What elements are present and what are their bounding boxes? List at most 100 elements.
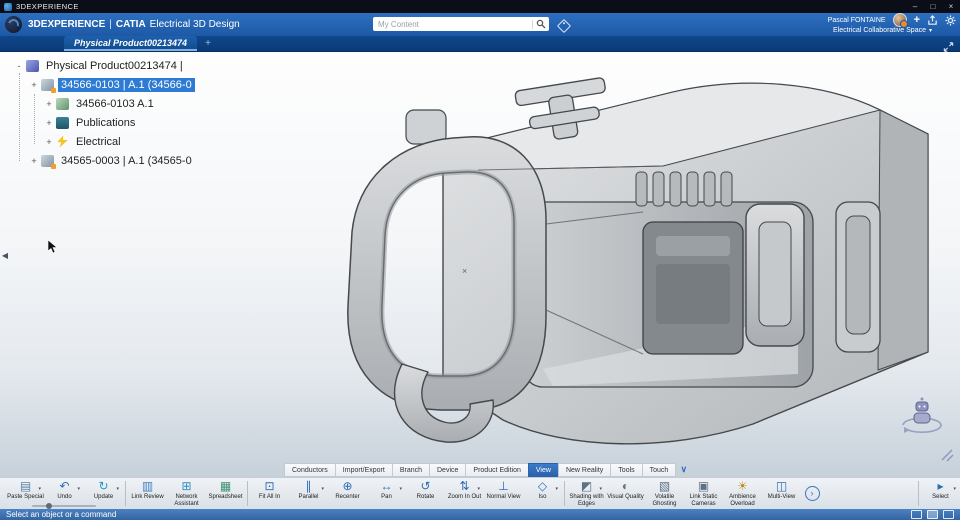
close-button[interactable]: × bbox=[942, 0, 960, 13]
action-bar-tabs: Conductors Import/Export Branch Device Produ… bbox=[284, 462, 691, 477]
recenter-button[interactable]: ⊕ Recenter bbox=[328, 478, 367, 509]
ambience-overload-button[interactable]: ☀ Ambience Overload bbox=[723, 478, 762, 509]
link-static-cameras-button[interactable]: ▣ Link Static Cameras bbox=[684, 478, 723, 509]
notification-badge bbox=[899, 20, 908, 28]
iso-view-icon: ◇ bbox=[537, 479, 548, 493]
select-button[interactable]: ▸ ▾ Select bbox=[921, 478, 960, 509]
titlebar-app-name: 3DEXPERIENCE bbox=[16, 2, 79, 11]
ribbon-tab-tools[interactable]: Tools bbox=[610, 463, 642, 477]
network-assistant-button[interactable]: ⊞ Network Assistant bbox=[167, 478, 206, 509]
avatar[interactable] bbox=[892, 13, 908, 28]
mouse-cursor-icon bbox=[48, 240, 58, 254]
tree-item-label[interactable]: Electrical bbox=[73, 135, 124, 149]
tree-item-label[interactable]: 34566-0103 A.1 bbox=[73, 97, 157, 111]
spreadsheet-label: Spreadsheet bbox=[208, 494, 243, 500]
header-user-area: Pascal FONTAINE + Electrical Collaborati… bbox=[828, 13, 956, 34]
3d-viewport[interactable]: × ◀ - Physical Product00213474 | +34566-01… bbox=[0, 52, 960, 477]
tree-item-label[interactable]: 34566-0103 | A.1 (34566-0 bbox=[58, 77, 195, 92]
document-tabbar: Physical Product00213474 + bbox=[0, 36, 960, 52]
zoom-in-out-button[interactable]: ⇅ ▾ Zoom In Out bbox=[445, 478, 484, 509]
ribbon-tab-conductors[interactable]: Conductors bbox=[284, 463, 335, 477]
more-tools-button[interactable]: › bbox=[801, 478, 823, 509]
toolbar-separator bbox=[918, 481, 919, 506]
minimize-button[interactable]: – bbox=[906, 0, 924, 13]
search-input[interactable] bbox=[376, 18, 529, 30]
statusbar-layout-icon[interactable] bbox=[943, 510, 954, 519]
add-content-button[interactable]: + bbox=[914, 15, 920, 26]
dropdown-caret-icon[interactable]: ▾ bbox=[77, 486, 80, 492]
3dexperience-compass-icon[interactable] bbox=[5, 16, 22, 33]
tree-expander[interactable]: + bbox=[29, 156, 39, 166]
dropdown-caret-icon[interactable]: ▾ bbox=[555, 486, 558, 492]
link-review-button[interactable]: ▥ Link Review bbox=[128, 478, 167, 509]
iso-view-label: Iso bbox=[538, 494, 547, 500]
dropdown-caret-icon[interactable]: ▾ bbox=[599, 486, 602, 492]
multi-view-button[interactable]: ◫ Multi-View bbox=[762, 478, 801, 509]
workspace-selector[interactable]: Electrical Collaborative Space ▾ bbox=[833, 27, 932, 34]
electrical-icon bbox=[57, 135, 68, 148]
spreadsheet-icon: ▦ bbox=[219, 479, 232, 493]
recenter-label: Recenter bbox=[335, 494, 360, 500]
ribbon-tab-import-export[interactable]: Import/Export bbox=[334, 463, 392, 477]
ribbon-tab-branch[interactable]: Branch bbox=[391, 463, 429, 477]
parallel-icon: ∥ bbox=[305, 479, 312, 493]
update-button[interactable]: ↻ ▾ Update bbox=[84, 478, 123, 509]
dropdown-caret-icon[interactable]: ▾ bbox=[321, 486, 324, 492]
visual-quality-label: Visual Quality bbox=[607, 494, 644, 500]
tree-item-label[interactable]: Physical Product00213474 | bbox=[43, 59, 186, 73]
pan-button[interactable]: ↔ ▾ Pan bbox=[367, 478, 406, 509]
tree-item-label[interactable]: 34565-0003 | A.1 (34565-0 bbox=[58, 154, 195, 168]
share-icon[interactable] bbox=[927, 14, 938, 26]
dropdown-caret-icon[interactable]: ▾ bbox=[953, 486, 956, 492]
tree-expander[interactable]: + bbox=[44, 137, 54, 147]
tree-expander[interactable]: - bbox=[14, 61, 24, 71]
settings-gear-icon[interactable] bbox=[945, 14, 956, 26]
part-instance-icon bbox=[41, 78, 56, 93]
ribbon-tab-view[interactable]: View bbox=[527, 463, 558, 477]
search-icon[interactable] bbox=[536, 19, 546, 29]
fit-all-in-button[interactable]: ⊡ Fit All In bbox=[250, 478, 289, 509]
dropdown-caret-icon[interactable]: ▾ bbox=[477, 486, 480, 492]
statusbar-display-icon[interactable] bbox=[911, 510, 922, 519]
tree-expander[interactable]: + bbox=[44, 118, 54, 128]
robot-icon[interactable] bbox=[896, 392, 948, 438]
ribbon-tab-touch[interactable]: Touch bbox=[641, 463, 677, 477]
paste-special-button[interactable]: ▤ ▾ Paste Special bbox=[6, 478, 45, 509]
ribbon-tab-new-reality[interactable]: New Reality bbox=[557, 463, 611, 477]
tab-physical-product[interactable]: Physical Product00213474 bbox=[64, 36, 198, 51]
user-name[interactable]: Pascal FONTAINE bbox=[828, 17, 886, 24]
rotate-button[interactable]: ↺ Rotate bbox=[406, 478, 445, 509]
tree-expander[interactable]: + bbox=[44, 99, 54, 109]
3d-model-connector-housing[interactable] bbox=[318, 54, 930, 466]
workspace-label: Electrical Collaborative Space bbox=[832, 27, 926, 34]
iso-view-button[interactable]: ◇ ▾ Iso bbox=[523, 478, 562, 509]
chevron-down-icon: ▾ bbox=[928, 27, 932, 34]
rotation-center-marker: × bbox=[462, 266, 468, 276]
shading-with-edges-label: Shading with Edges bbox=[569, 494, 604, 507]
tag-icon[interactable] bbox=[556, 18, 572, 34]
resize-handle[interactable] bbox=[940, 448, 954, 462]
titlebar: 3DEXPERIENCE – □ × bbox=[0, 0, 960, 13]
search-divider bbox=[532, 19, 533, 29]
parallel-button[interactable]: ∥ ▾ Parallel bbox=[289, 478, 328, 509]
fit-all-in-icon: ⊡ bbox=[264, 479, 275, 493]
ribbon-tab-device[interactable]: Device bbox=[429, 463, 466, 477]
maximize-button[interactable]: □ bbox=[924, 0, 942, 13]
volatile-ghosting-label: Volatile Ghosting bbox=[652, 494, 677, 507]
new-tab-button[interactable]: + bbox=[205, 38, 211, 49]
dropdown-caret-icon[interactable]: ▾ bbox=[38, 486, 41, 492]
visual-quality-button[interactable]: ◐ Visual Quality bbox=[606, 478, 645, 509]
ribbon-tab-product-edition[interactable]: Product Edition bbox=[465, 463, 528, 477]
volatile-ghosting-button[interactable]: ▧ Volatile Ghosting bbox=[645, 478, 684, 509]
dropdown-caret-icon[interactable]: ▾ bbox=[116, 486, 119, 492]
tree-item-label[interactable]: Publications bbox=[73, 116, 138, 130]
normal-view-button[interactable]: ⊥ Normal View bbox=[484, 478, 523, 509]
tree-expander[interactable]: + bbox=[29, 80, 39, 90]
ribbon-collapse-icon[interactable]: ∨ bbox=[676, 463, 691, 477]
dropdown-caret-icon[interactable]: ▾ bbox=[399, 486, 402, 492]
shading-with-edges-button[interactable]: ◩ ▾ Shading with Edges bbox=[567, 478, 606, 509]
statusbar-screen-icon[interactable] bbox=[927, 510, 938, 519]
collapse-panel-icon[interactable]: ◀ bbox=[0, 246, 10, 264]
undo-button[interactable]: ↶ ▾ Undo bbox=[45, 478, 84, 509]
spreadsheet-button[interactable]: ▦ Spreadsheet bbox=[206, 478, 245, 509]
